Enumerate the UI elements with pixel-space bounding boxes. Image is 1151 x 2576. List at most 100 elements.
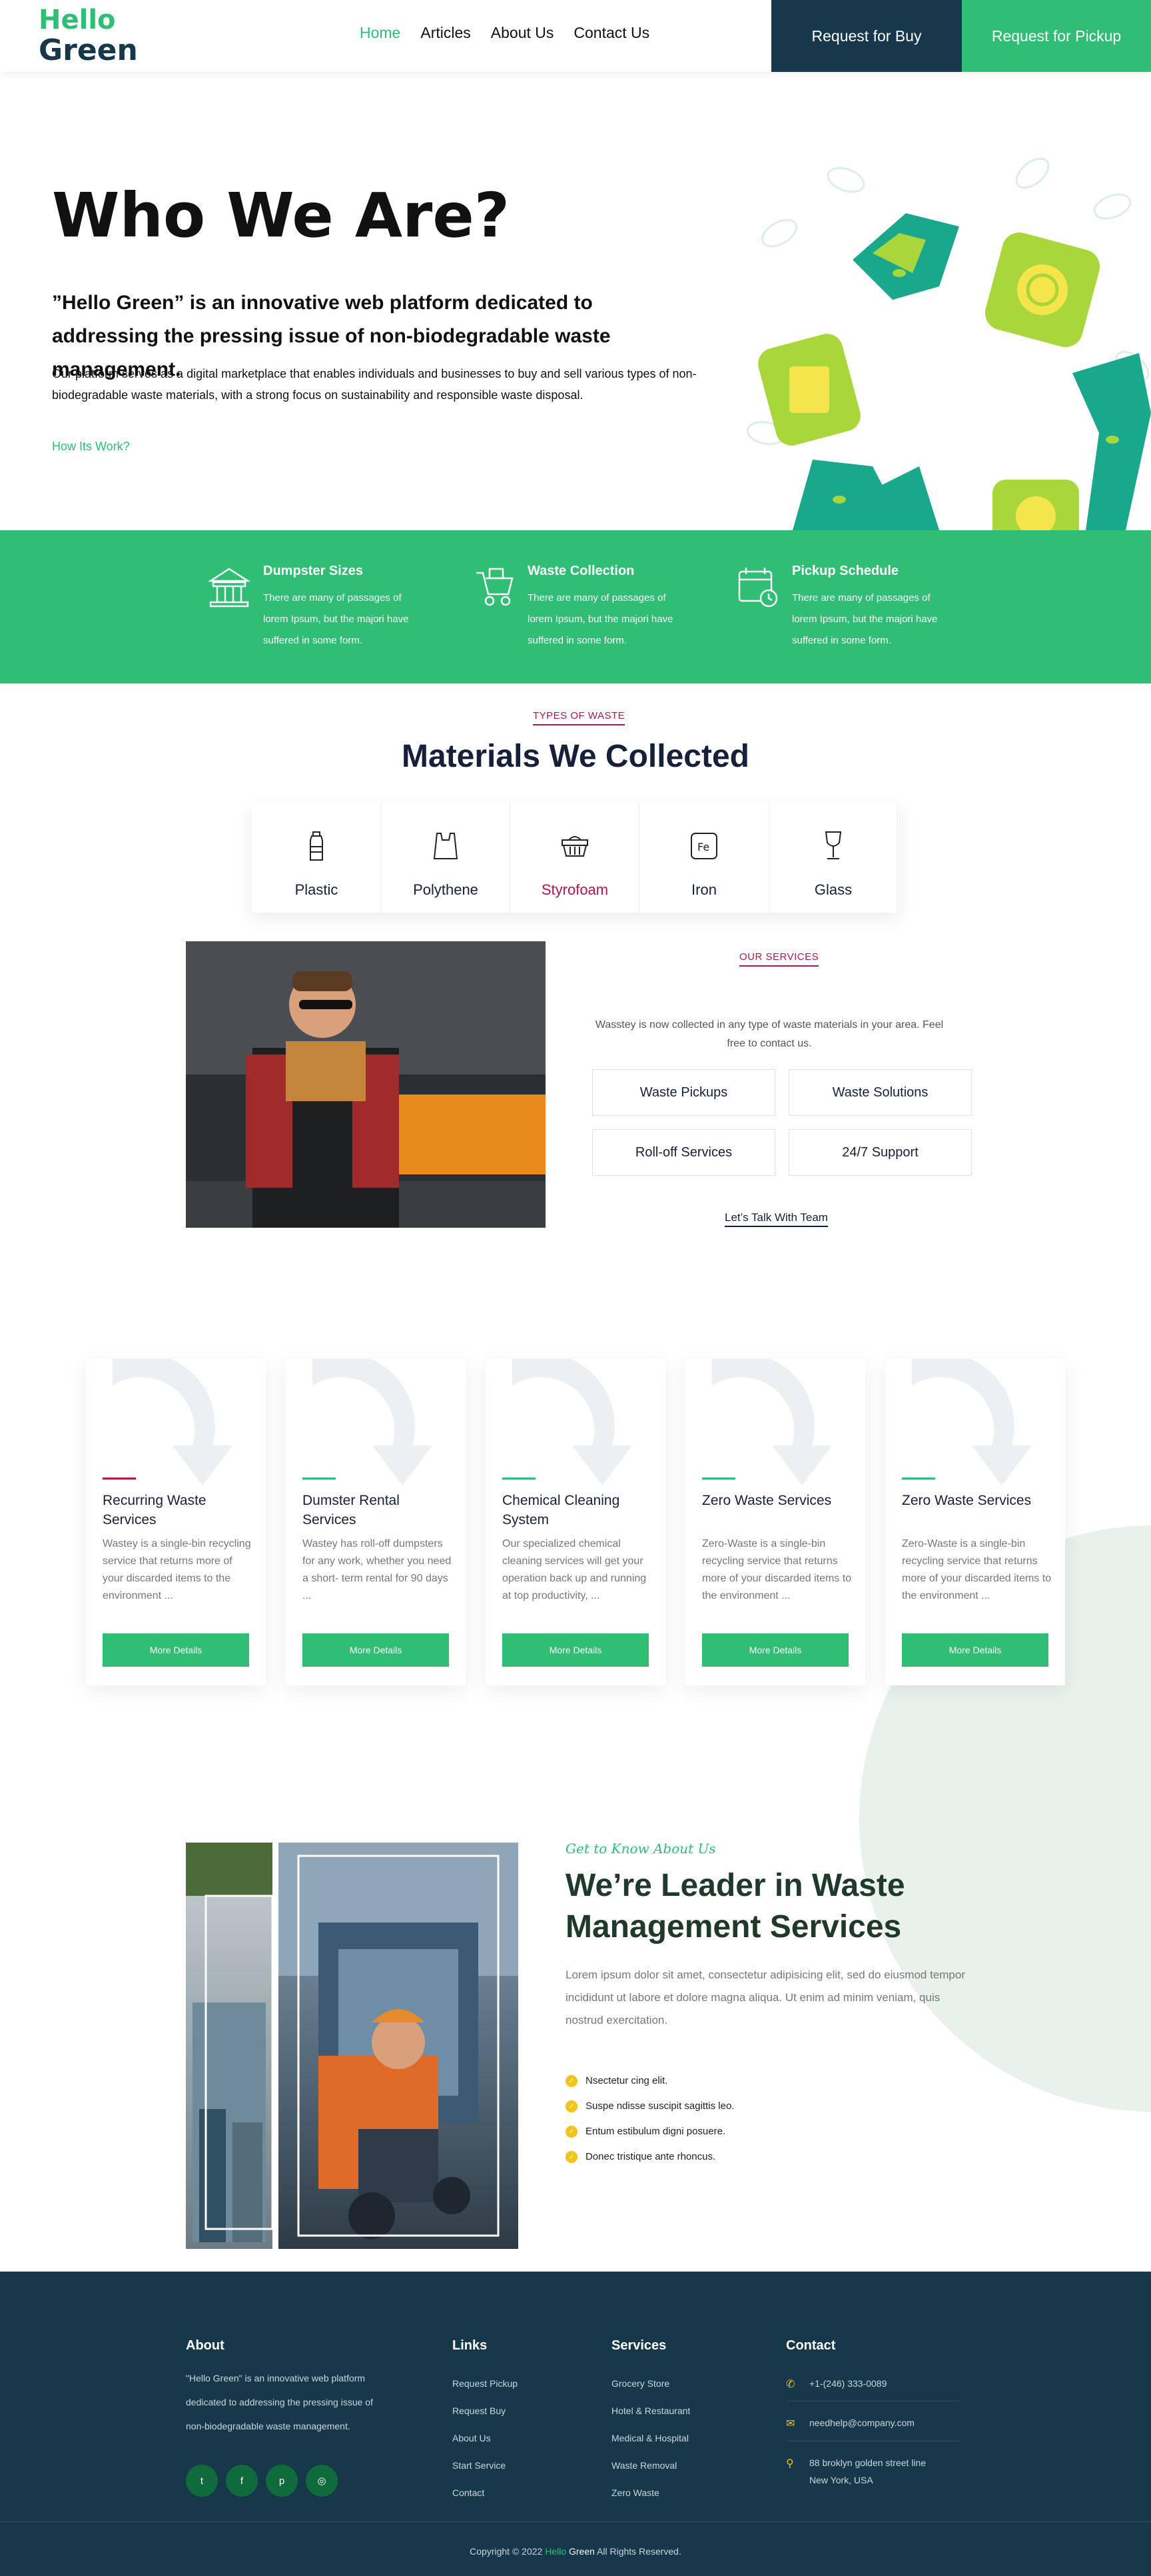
bottle-icon [310, 831, 323, 861]
footer-link[interactable]: Request Buy [452, 2397, 518, 2425]
roll-off-services-button[interactable]: Roll-off Services [592, 1129, 775, 1176]
feature-waste-collection: Waste Collection There are many of passa… [470, 564, 683, 657]
request-buy-button[interactable]: Request for Buy [771, 0, 962, 72]
service-card: Recurring Waste Services Wastey is a sin… [86, 1359, 266, 1685]
footer-link[interactable]: Contact [452, 2479, 518, 2507]
talk-with-team-link[interactable]: Let’s Talk With Team [725, 1211, 828, 1227]
bag-icon [433, 833, 458, 859]
copyright-text: Copyright © 2022 [470, 2546, 543, 2557]
leader-checklist: ✓ Nsectetur cing elit. ✓ Suspe ndisse susc… [566, 2068, 734, 2170]
footer-links-list: Request Pickup Request Buy About Us Star… [452, 2370, 518, 2507]
request-pickup-button[interactable]: Request for Pickup [962, 0, 1151, 72]
material-label: Styrofoam [541, 881, 609, 898]
checklist-text: Nsectetur cing elit. [585, 2075, 668, 2086]
building-icon [205, 564, 253, 612]
material-plastic[interactable]: Plastic [252, 803, 381, 913]
check-icon: ✓ [566, 2151, 577, 2163]
nav-articles[interactable]: Articles [420, 24, 470, 42]
logo-line2: Green [39, 33, 138, 67]
leader-description: Lorem ipsum dolor sit amet, consectetur … [566, 1968, 966, 2026]
more-details-button[interactable]: More Details [302, 1633, 449, 1667]
checklist-item: ✓ Suspe ndisse suscipit sagittis leo. [566, 2094, 734, 2119]
accent-line [702, 1478, 735, 1480]
material-label: Glass [814, 881, 853, 898]
facebook-icon[interactable]: f [226, 2465, 258, 2497]
more-details-button[interactable]: More Details [702, 1633, 849, 1667]
feature-title: Waste Collection [528, 564, 635, 578]
card-title: Chemical Cleaning System [502, 1493, 620, 1527]
hero-description: Our platform serves as a digital marketp… [52, 367, 697, 402]
material-styrofoam[interactable]: Styrofoam [510, 803, 639, 913]
footer-link[interactable]: Start Service [452, 2452, 518, 2479]
feature-title: Dumpster Sizes [263, 564, 364, 578]
leader-eyebrow: Get to Know About Us [566, 1841, 716, 1857]
material-label: Iron [691, 881, 717, 898]
waste-pickups-button[interactable]: Waste Pickups [592, 1069, 775, 1116]
nav-home[interactable]: Home [360, 24, 400, 42]
accent-line [502, 1478, 536, 1480]
feature-pickup-schedule: Pickup Schedule There are many of passag… [734, 564, 947, 657]
nav-contact-us[interactable]: Contact Us [574, 24, 649, 42]
materials-eyebrow: TYPES OF WASTE [533, 710, 625, 725]
checklist-text: Donec tristique ante rhoncus. [585, 2151, 716, 2162]
twitter-icon[interactable]: t [186, 2465, 218, 2497]
hero-title: Who We Are? [52, 180, 510, 251]
checklist-item: ✓ Donec tristique ante rhoncus. [566, 2144, 734, 2170]
more-details-button[interactable]: More Details [902, 1633, 1048, 1667]
waste-solutions-button[interactable]: Waste Solutions [789, 1069, 972, 1116]
material-polythene[interactable]: Polythene [381, 803, 510, 913]
card-desc: Our specialized chemical cleaning servic… [502, 1538, 647, 1601]
material-glass[interactable]: Glass [769, 803, 898, 913]
footer-service-link[interactable]: Zero Waste [611, 2479, 690, 2507]
address-text: 88 broklyn golden street line New York, … [809, 2457, 927, 2485]
card-desc: Wastey is a single-bin recycling service… [103, 1538, 251, 1601]
accent-line [103, 1478, 136, 1480]
material-iron[interactable]: Fe Iron [639, 803, 769, 913]
footer-service-link[interactable]: Grocery Store [611, 2370, 690, 2397]
worker-scooter-photo [278, 1843, 518, 2249]
card-title: Dumster Rental Services [302, 1493, 400, 1527]
feature-desc: There are many of passages of lorem Ipsu… [792, 592, 938, 646]
contact-phone[interactable]: ✆ +1-(246) 333-0089 [786, 2375, 986, 2395]
location-pin-icon: ⚲ [786, 2458, 794, 2469]
pinterest-icon[interactable]: p [266, 2465, 298, 2497]
nav-about-us[interactable]: About Us [491, 24, 554, 42]
footer-service-link[interactable]: Waste Removal [611, 2452, 690, 2479]
card-title: Zero Waste Services [902, 1493, 1032, 1508]
card-title: Recurring Waste Services [103, 1493, 206, 1527]
checklist-item: ✓ Nsectetur cing elit. [566, 2068, 734, 2094]
instagram-icon[interactable]: ◎ [306, 2465, 338, 2497]
footer-link[interactable]: About Us [452, 2425, 518, 2452]
support-24-7-button[interactable]: 24/7 Support [789, 1129, 972, 1176]
wine-glass-icon [825, 831, 842, 859]
footer-about-title: About [186, 2338, 224, 2353]
card-desc: Zero-Waste is a single-bin recycling ser… [902, 1538, 1052, 1601]
recycle-arrow-icon [312, 1359, 432, 1486]
checklist-text: Suspe ndisse suscipit sagittis leo. [585, 2100, 735, 2112]
recycle-arrow-icon [113, 1359, 232, 1486]
footer-contact-title: Contact [786, 2338, 836, 2353]
materials-title: Materials We Collected [402, 739, 749, 774]
footer-about-text: "Hello Green" is an innovative web platf… [186, 2373, 373, 2431]
mail-icon: ✉ [786, 2418, 795, 2429]
checklist-item: ✓ Entum estibulum digni posuere. [566, 2119, 734, 2144]
logo[interactable]: Hello Green [39, 7, 138, 67]
recycle-arrow-icon [912, 1359, 1032, 1486]
more-details-button[interactable]: More Details [103, 1633, 249, 1667]
contact-email[interactable]: ✉ needhelp@company.com [786, 2414, 986, 2434]
accent-line [902, 1478, 935, 1480]
accent-line [302, 1478, 336, 1480]
leader-title: We’re Leader in Waste Management Service… [566, 1868, 905, 1944]
footer-service-link[interactable]: Medical & Hospital [611, 2425, 690, 2452]
feature-title: Pickup Schedule [792, 564, 899, 578]
materials-list: Plastic Polythene Styrofoam Fe Iron Glas… [252, 803, 899, 913]
footer-link[interactable]: Request Pickup [452, 2370, 518, 2397]
contact-address: ⚲ 88 broklyn golden street line New York… [786, 2454, 986, 2494]
recycle-illustration [739, 153, 1151, 530]
copyright-rights: All Rights Reserved. [597, 2546, 681, 2557]
footer-services-title: Services [611, 2338, 667, 2353]
how-it-works-link[interactable]: How Its Work? [52, 440, 130, 454]
footer-service-link[interactable]: Hotel & Restaurant [611, 2397, 690, 2425]
more-details-button[interactable]: More Details [502, 1633, 649, 1667]
feature-dumpster-sizes: Dumpster Sizes There are many of passage… [205, 564, 418, 657]
